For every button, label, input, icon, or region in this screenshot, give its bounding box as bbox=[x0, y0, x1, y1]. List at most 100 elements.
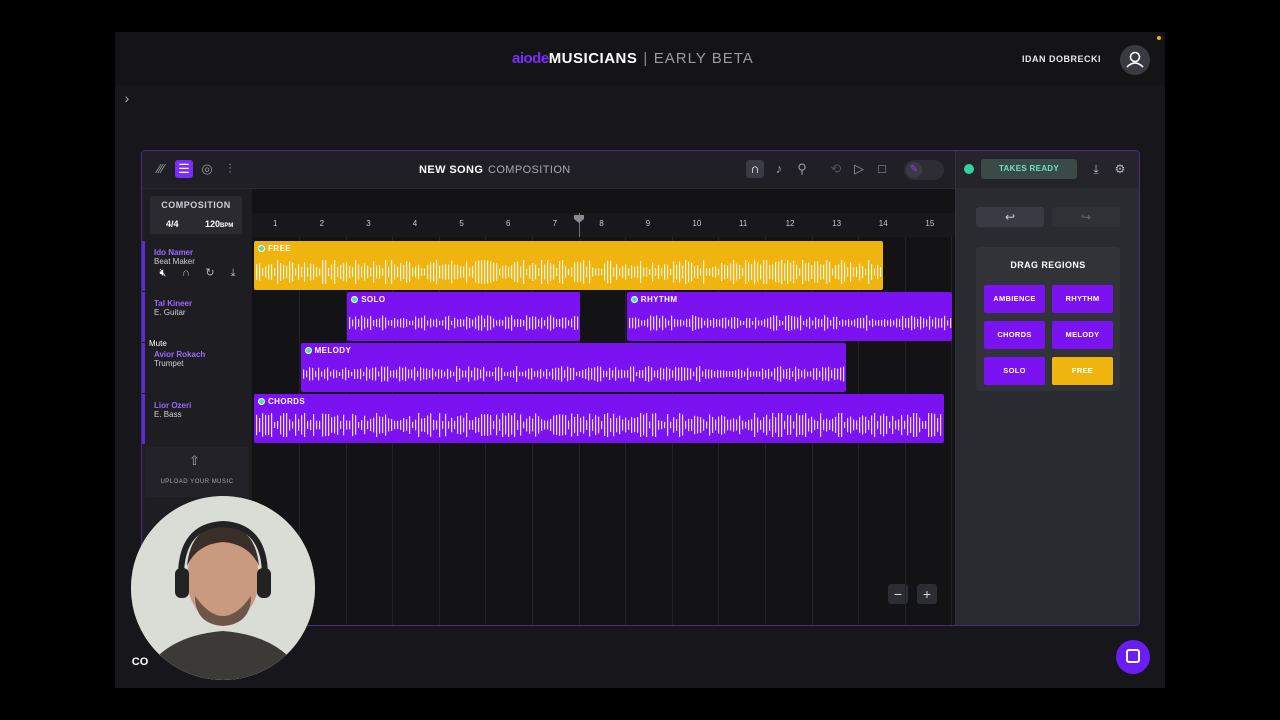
drag-regions-panel: DRAG REGIONS AMBIENCE RHYTHM CHORDS MELODY S… bbox=[976, 247, 1120, 391]
chat-button[interactable] bbox=[1116, 640, 1150, 674]
bar-number: 3 bbox=[366, 219, 371, 228]
composition-view-icon[interactable]: ☰ bbox=[175, 160, 193, 178]
waveform bbox=[256, 413, 942, 437]
logo-product: MUSICIANS bbox=[548, 50, 638, 67]
chip-ambience[interactable]: AMBIENCE bbox=[984, 285, 1045, 313]
tempo[interactable]: 120BPM bbox=[205, 219, 233, 229]
user-name[interactable]: IDAN DOBRECKI bbox=[1022, 54, 1101, 64]
pen-toggle[interactable]: ✎ bbox=[904, 160, 944, 180]
track-instrument: Trumpet bbox=[154, 359, 184, 368]
region-rhythm[interactable]: RHYTHM bbox=[626, 292, 952, 341]
bar-number: 7 bbox=[552, 219, 558, 228]
redo-button[interactable]: ↪ bbox=[1052, 207, 1120, 227]
waveform bbox=[349, 315, 579, 331]
region-melody[interactable]: MELODY bbox=[300, 343, 846, 392]
bar-number: 13 bbox=[832, 219, 842, 228]
song-mode: COMPOSITION bbox=[488, 164, 571, 176]
presenter-video bbox=[131, 496, 315, 680]
download-icon[interactable]: ⤓ bbox=[1088, 161, 1104, 177]
region-free[interactable]: FREE bbox=[254, 241, 884, 290]
region-label-text: FREE bbox=[268, 244, 291, 253]
track-name: Lior Ozeri bbox=[154, 401, 192, 410]
circle-view-icon[interactable]: ◎ bbox=[198, 160, 216, 178]
region-label: FREE bbox=[258, 244, 291, 253]
bar-number: 12 bbox=[785, 219, 795, 228]
ready-indicator bbox=[964, 164, 974, 174]
webcam-overlay bbox=[131, 496, 315, 680]
composition-settings[interactable]: COMPOSITION 4/4 120BPM bbox=[150, 196, 242, 234]
bar-number: 15 bbox=[925, 219, 935, 228]
bar-number: 10 bbox=[692, 219, 702, 228]
mixer-icon[interactable]: ⫶ bbox=[221, 160, 239, 178]
notification-dot bbox=[1157, 36, 1161, 40]
track-instrument: E. Bass bbox=[154, 410, 182, 419]
upload-music-button[interactable]: ⇧ UPLOAD YOUR MUSIC bbox=[145, 447, 249, 497]
download-icon[interactable]: ⤓ bbox=[225, 265, 241, 281]
region-solo[interactable]: SOLO bbox=[347, 292, 581, 341]
drag-regions-title: DRAG REGIONS bbox=[1010, 260, 1086, 270]
track-header-3[interactable]: Avior Rokach Trumpet bbox=[142, 343, 255, 393]
region-dot bbox=[258, 245, 265, 252]
time-signature[interactable]: 4/4 bbox=[166, 219, 179, 229]
bar-number: 11 bbox=[739, 219, 748, 228]
headphones-icon[interactable]: ∩ bbox=[178, 265, 194, 281]
bar-number: 8 bbox=[599, 219, 604, 228]
stop-icon[interactable]: □ bbox=[873, 160, 891, 178]
chip-rhythm[interactable]: RHYTHM bbox=[1052, 285, 1113, 313]
track-name: Avior Rokach bbox=[154, 350, 206, 359]
timeline[interactable]: 1 2 3 4 5 6 7 8 9 10 11 12 13 14 15 − + FREE SOLO RHYTHM… bbox=[252, 189, 955, 625]
region-label: MELODY bbox=[304, 346, 352, 355]
region-dot bbox=[351, 296, 359, 303]
chip-chords[interactable]: CHORDS bbox=[984, 321, 1045, 349]
bar-number: 4 bbox=[412, 219, 418, 228]
region-label: SOLO bbox=[351, 295, 385, 304]
bar-number: 6 bbox=[506, 219, 511, 228]
refresh-icon[interactable]: ↻ bbox=[202, 265, 218, 281]
track-header-1[interactable]: Ido Namer Beat Maker 🔇︎ ∩ ↻ ⤓ bbox=[142, 241, 255, 291]
waveform bbox=[628, 315, 951, 331]
undo-button[interactable]: ↩ bbox=[976, 207, 1044, 227]
song-title[interactable]: NEW SONG bbox=[419, 164, 483, 176]
takes-ready-button[interactable]: TAKES READY bbox=[981, 159, 1077, 179]
logo-brand: aiode bbox=[512, 50, 549, 67]
track-name: Ido Namer bbox=[154, 248, 194, 257]
track-name: Tal Kineer bbox=[154, 299, 193, 308]
logo: aiodeMUSICIANS | EARLY BETA bbox=[512, 50, 754, 67]
settings-icon[interactable]: ⚙ bbox=[1112, 161, 1128, 177]
upload-icon: ⇧ bbox=[189, 453, 200, 468]
play-icon[interactable]: ▷ bbox=[850, 160, 868, 178]
tracks-view-icon[interactable]: ⁄⁄⁄ bbox=[152, 160, 170, 178]
takes-header: TAKES READY ⤓ ⚙ bbox=[956, 151, 1139, 188]
chat-icon bbox=[1126, 649, 1140, 663]
region-chords[interactable]: CHORDS bbox=[254, 394, 944, 443]
captions-button[interactable]: CO bbox=[128, 653, 152, 671]
logo-separator: | bbox=[643, 50, 648, 67]
chip-free[interactable]: FREE bbox=[1052, 357, 1113, 385]
user-avatar-button[interactable] bbox=[1120, 45, 1150, 75]
bar-ruler[interactable]: 1 2 3 4 5 6 7 8 9 10 11 12 13 14 15 bbox=[252, 213, 955, 237]
mute-icon[interactable]: 🔇︎ bbox=[155, 265, 171, 281]
bar-number: 2 bbox=[319, 219, 325, 228]
magnet-icon[interactable]: ∩ bbox=[746, 160, 764, 178]
track-header-4[interactable]: Lior Ozeri E. Bass bbox=[142, 394, 255, 444]
bar-number: 5 bbox=[459, 219, 464, 228]
region-dot bbox=[304, 347, 312, 354]
zoom-in-button[interactable]: + bbox=[917, 584, 937, 604]
composition-title: COMPOSITION bbox=[161, 200, 231, 210]
metronome-icon[interactable]: ♪ bbox=[770, 160, 788, 178]
chip-melody[interactable]: MELODY bbox=[1052, 321, 1113, 349]
bar-number: 1 bbox=[273, 219, 278, 228]
track-header-2[interactable]: Tal Kineer E. Guitar bbox=[142, 292, 255, 342]
region-label-text: CHORDS bbox=[268, 397, 306, 406]
bar-number: 14 bbox=[878, 219, 888, 228]
chip-solo[interactable]: SOLO bbox=[984, 357, 1045, 385]
chevron-right-icon[interactable]: › bbox=[117, 88, 137, 108]
top-bar: aiodeMUSICIANS | EARLY BETA IDAN DOBRECKI bbox=[115, 32, 1165, 86]
waveform bbox=[256, 260, 882, 284]
region-label: CHORDS bbox=[258, 397, 305, 406]
loop-icon[interactable]: ⟲ bbox=[827, 160, 845, 178]
region-label-text: MELODY bbox=[314, 346, 352, 355]
region-label-text: RHYTHM bbox=[640, 295, 678, 304]
pen-icon: ✎ bbox=[906, 162, 922, 178]
tuner-icon[interactable]: ⚲ bbox=[793, 160, 811, 178]
